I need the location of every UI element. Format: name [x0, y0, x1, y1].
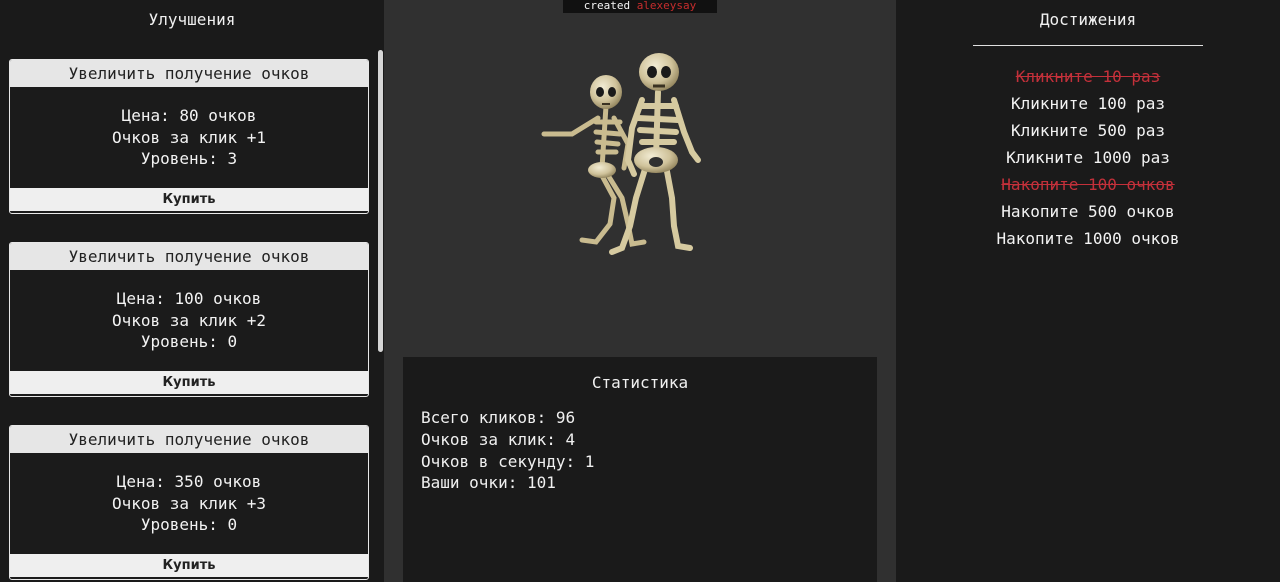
- upgrade-card: Увеличить получение очков Цена: 350 очко…: [9, 425, 369, 580]
- upgrade-per-click: Очков за клик +2: [111, 310, 267, 330]
- upgrade-title: Увеличить получение очков: [10, 243, 368, 270]
- upgrade-price: Цена: 80 очков: [121, 106, 257, 126]
- achievement-item: Кликните 1000 раз: [1006, 148, 1170, 167]
- upgrade-price: Цена: 350 очков: [116, 472, 262, 492]
- upgrade-title: Увеличить получение очков: [10, 60, 368, 87]
- credit-badge: created alexeysay: [563, 0, 717, 13]
- achievement-item: Кликните 10 раз: [1015, 67, 1161, 86]
- achievement-item: Накопите 500 очков: [1001, 202, 1175, 221]
- achievement-item: Накопите 1000 очков: [996, 229, 1180, 248]
- buy-button[interactable]: Купить: [10, 554, 368, 577]
- achievement-item: Кликните 500 раз: [1010, 121, 1166, 140]
- upgrade-price: Цена: 100 очков: [116, 289, 262, 309]
- upgrade-level: Уровень: 0: [140, 332, 238, 352]
- upgrade-per-click: Очков за клик +3: [111, 493, 267, 513]
- achievements-panel: Достижения Кликните 10 раз Кликните 100 …: [896, 0, 1280, 582]
- buy-button[interactable]: Купить: [10, 188, 368, 211]
- upgrade-card: Увеличить получение очков Цена: 80 очков…: [9, 59, 369, 214]
- dancing-skeletons-icon[interactable]: [536, 48, 706, 260]
- upgrades-title: Улучшения: [148, 10, 236, 29]
- statistics-panel: Статистика Всего кликов: 96 Очков за кли…: [403, 357, 877, 582]
- credit-prefix: created: [583, 0, 631, 12]
- statistics-title: Статистика: [591, 373, 689, 392]
- upgrade-title: Увеличить получение очков: [10, 426, 368, 453]
- achievement-item: Накопите 100 очков: [1001, 175, 1175, 194]
- buy-button[interactable]: Купить: [10, 371, 368, 394]
- upgrade-level: Уровень: 0: [140, 515, 238, 535]
- scrollbar[interactable]: [378, 50, 383, 352]
- upgrade-per-click: Очков за клик +1: [111, 127, 267, 147]
- achievement-item: Кликните 100 раз: [1010, 94, 1166, 113]
- upgrade-level: Уровень: 3: [140, 149, 238, 169]
- credit-author: alexeysay: [636, 0, 697, 12]
- stat-points-per-second: Очков в секунду: 1: [421, 452, 595, 471]
- upgrade-card: Увеличить получение очков Цена: 100 очко…: [9, 242, 369, 397]
- achievements-title: Достижения: [1039, 10, 1137, 29]
- stat-points-per-click: Очков за клик: 4: [421, 430, 576, 449]
- stat-total-clicks: Всего кликов: 96: [421, 408, 576, 427]
- upgrades-panel[interactable]: Улучшения Увеличить получение очков Цена…: [0, 0, 384, 582]
- divider: [973, 45, 1203, 46]
- stat-your-points: Ваши очки: 101: [421, 473, 556, 492]
